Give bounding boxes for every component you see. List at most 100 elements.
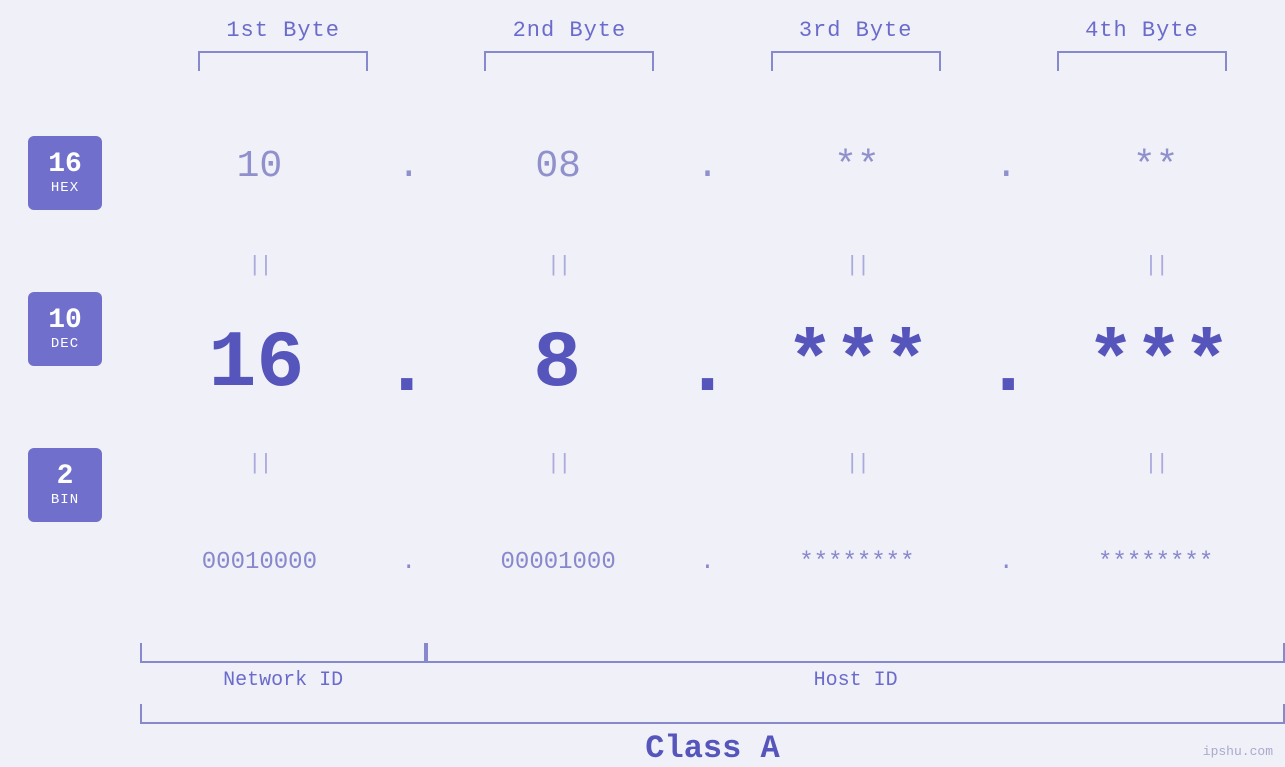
bottom-area: Network ID Host ID Class A bbox=[0, 643, 1285, 767]
dec-dot-symbol-1: . bbox=[383, 324, 431, 415]
bin-value-1: 00010000 bbox=[202, 549, 317, 576]
hex-value-1: 10 bbox=[237, 145, 283, 188]
bin-cell-2: 00001000 bbox=[429, 549, 688, 576]
main-container: 1st Byte 2nd Byte 3rd Byte 4th Byte 16 H… bbox=[0, 0, 1285, 767]
equals-sign-1-3: || bbox=[846, 253, 868, 278]
id-labels-row: Network ID Host ID bbox=[140, 669, 1285, 692]
byte-headers-row: 1st Byte 2nd Byte 3rd Byte 4th Byte bbox=[0, 18, 1285, 43]
hex-cell-4: ** bbox=[1026, 145, 1285, 188]
hex-cell-3: ** bbox=[728, 145, 987, 188]
watermark: ipshu.com bbox=[1203, 744, 1273, 759]
hex-badge-number: 16 bbox=[48, 150, 82, 181]
dec-badge-label: DEC bbox=[51, 336, 79, 352]
bin-dot-1: . bbox=[389, 549, 429, 576]
bin-badge-number: 2 bbox=[57, 462, 74, 493]
hex-badge: 16 HEX bbox=[28, 136, 102, 210]
equals-sign-2-2: || bbox=[547, 451, 569, 476]
dec-dot-symbol-2: . bbox=[683, 324, 731, 415]
hex-dot-symbol-3: . bbox=[995, 145, 1018, 188]
bin-badge: 2 BIN bbox=[28, 448, 102, 522]
equals-sign-2-4: || bbox=[1144, 451, 1166, 476]
bracket-wrapper-3 bbox=[713, 47, 999, 75]
bin-dot-symbol-2: . bbox=[700, 549, 714, 576]
bin-cell-1: 00010000 bbox=[130, 549, 389, 576]
dec-dot-1: . bbox=[383, 314, 431, 415]
hex-cell-1: 10 bbox=[130, 145, 389, 188]
hex-value-4: ** bbox=[1133, 145, 1179, 188]
host-bracket bbox=[426, 643, 1285, 663]
network-id-label: Network ID bbox=[140, 669, 426, 692]
bin-cell-3: ******** bbox=[728, 549, 987, 576]
bin-dot-3: . bbox=[986, 549, 1026, 576]
equals-cell-2-1: || bbox=[130, 451, 389, 476]
dec-dot-2: . bbox=[683, 314, 731, 415]
bracket-2 bbox=[484, 51, 654, 71]
hex-dot-symbol-1: . bbox=[397, 145, 420, 188]
equals-cell-1-4: || bbox=[1026, 253, 1285, 278]
hex-value-2: 08 bbox=[535, 145, 581, 188]
class-bracket bbox=[140, 704, 1285, 724]
bracket-3 bbox=[771, 51, 941, 71]
hex-badge-label: HEX bbox=[51, 180, 79, 196]
equals-sign-1-1: || bbox=[248, 253, 270, 278]
bin-cell-4: ******** bbox=[1026, 549, 1285, 576]
equals-cell-1-3: || bbox=[728, 253, 987, 278]
dec-cell-1: 16 bbox=[130, 319, 383, 410]
top-brackets-row bbox=[0, 47, 1285, 75]
bin-value-3: ******** bbox=[799, 549, 914, 576]
bin-dot-symbol-1: . bbox=[402, 549, 416, 576]
hex-dot-3: . bbox=[986, 145, 1026, 188]
bracket-wrapper-1 bbox=[140, 47, 426, 75]
hex-dot-symbol-2: . bbox=[696, 145, 719, 188]
hex-row: 10 . 08 . ** . ** bbox=[130, 85, 1285, 247]
byte-header-3: 3rd Byte bbox=[713, 18, 999, 43]
data-section: 16 HEX 10 DEC 2 BIN 10 . bbox=[0, 85, 1285, 643]
bracket-wrapper-2 bbox=[426, 47, 712, 75]
byte-header-4: 4th Byte bbox=[999, 18, 1285, 43]
data-columns: 10 . 08 . ** . ** bbox=[130, 85, 1285, 643]
hex-value-3: ** bbox=[834, 145, 880, 188]
equals-sign-1-4: || bbox=[1144, 253, 1166, 278]
byte-header-2: 2nd Byte bbox=[426, 18, 712, 43]
dec-badge: 10 DEC bbox=[28, 292, 102, 366]
dec-cell-3: *** bbox=[732, 319, 985, 410]
class-label: Class A bbox=[140, 730, 1285, 767]
bin-badge-label: BIN bbox=[51, 492, 79, 508]
bin-dot-symbol-3: . bbox=[999, 549, 1013, 576]
equals-sign-1-2: || bbox=[547, 253, 569, 278]
hex-dot-2: . bbox=[688, 145, 728, 188]
equals-row-1: || || || || bbox=[130, 247, 1285, 283]
dec-badge-number: 10 bbox=[48, 306, 82, 337]
dec-dot-symbol-3: . bbox=[984, 324, 1032, 415]
dec-value-4: *** bbox=[1087, 319, 1231, 410]
equals-cell-2-4: || bbox=[1026, 451, 1285, 476]
bin-value-2: 00001000 bbox=[501, 549, 616, 576]
dec-value-3: *** bbox=[786, 319, 930, 410]
dec-value-1: 16 bbox=[208, 319, 304, 410]
bracket-1 bbox=[198, 51, 368, 71]
bin-value-4: ******** bbox=[1098, 549, 1213, 576]
bottom-bracket-row bbox=[140, 643, 1285, 663]
network-bracket bbox=[140, 643, 426, 663]
bracket-wrapper-4 bbox=[999, 47, 1285, 75]
equals-cell-1-2: || bbox=[429, 253, 688, 278]
hex-cell-2: 08 bbox=[429, 145, 688, 188]
dec-row: 16 . 8 . *** . *** bbox=[130, 283, 1285, 445]
hex-dot-1: . bbox=[389, 145, 429, 188]
dec-value-2: 8 bbox=[533, 319, 581, 410]
dec-cell-4: *** bbox=[1032, 319, 1285, 410]
equals-cell-1-1: || bbox=[130, 253, 389, 278]
badges-column: 16 HEX 10 DEC 2 BIN bbox=[0, 85, 130, 643]
equals-sign-2-3: || bbox=[846, 451, 868, 476]
host-id-label: Host ID bbox=[426, 669, 1285, 692]
dec-dot-3: . bbox=[984, 314, 1032, 415]
equals-cell-2-3: || bbox=[728, 451, 987, 476]
dec-cell-2: 8 bbox=[431, 319, 684, 410]
bin-row: 00010000 . 00001000 . ******** . bbox=[130, 481, 1285, 643]
byte-header-1: 1st Byte bbox=[140, 18, 426, 43]
equals-cell-2-2: || bbox=[429, 451, 688, 476]
equals-sign-2-1: || bbox=[248, 451, 270, 476]
equals-row-2: || || || || bbox=[130, 445, 1285, 481]
bracket-4 bbox=[1057, 51, 1227, 71]
bin-dot-2: . bbox=[688, 549, 728, 576]
